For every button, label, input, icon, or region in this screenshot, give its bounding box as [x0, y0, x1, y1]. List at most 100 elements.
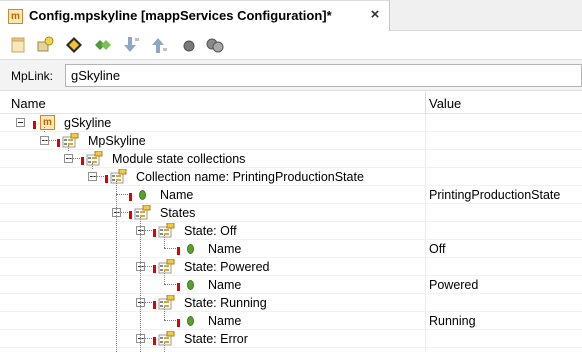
error-marker-icon [153, 265, 156, 273]
mapp-config-icon: m [40, 115, 55, 130]
config-folder-icon [158, 331, 175, 346]
tree-connector [164, 271, 165, 284]
error-marker-icon [105, 175, 108, 183]
new-config-icon[interactable] [9, 36, 27, 54]
error-marker-icon [177, 283, 180, 291]
tree-connector [164, 320, 176, 321]
tree-row[interactable]: States [0, 204, 582, 222]
config-folder-icon [110, 169, 127, 184]
leaf-parameter-icon [187, 280, 194, 290]
tree-label: States [160, 206, 196, 220]
navigate-icon[interactable] [65, 36, 83, 54]
tree-label: State: Powered [184, 260, 270, 274]
tree-row[interactable]: State: Running [0, 294, 582, 312]
mapp-config-icon: m [8, 9, 23, 24]
tree-connector [164, 235, 165, 248]
tree-label: Name [208, 314, 242, 328]
tree-value[interactable]: Off [429, 242, 445, 256]
gears-icon[interactable] [206, 36, 224, 54]
tree-connector [116, 181, 117, 352]
tree-connector [164, 248, 176, 249]
tree-row[interactable]: State: Powered [0, 258, 582, 276]
config-folder-icon [134, 205, 151, 220]
tree-connector [140, 230, 152, 231]
tree-connector [116, 194, 128, 195]
mplink-input[interactable] [65, 64, 582, 87]
tree-value[interactable]: PrintingProductionState [429, 188, 560, 202]
tree-row[interactable]: Name Powered [0, 276, 582, 294]
tree-value[interactable]: Running [429, 314, 476, 328]
tree-row[interactable]: Collection name: PrintingProductionState [0, 168, 582, 186]
tree-connector [44, 140, 56, 141]
sort-descending-icon[interactable] [122, 36, 140, 54]
leaf-parameter-icon [187, 244, 194, 254]
error-marker-icon [57, 139, 60, 147]
config-folder-icon [158, 295, 175, 310]
config-tree-grid: Name Value m gSkyline MpSkyline Module s… [0, 92, 582, 352]
tree-connector [164, 284, 176, 285]
tree-label: Collection name: PrintingProductionState [136, 170, 364, 184]
error-marker-icon [177, 247, 180, 255]
tree-rows: m gSkyline MpSkyline Module state collec… [0, 114, 582, 352]
collapse-icon[interactable] [16, 118, 25, 127]
link-icon[interactable] [94, 36, 112, 54]
tree-connector [68, 145, 69, 151]
tree-label: Module state collections [112, 152, 246, 166]
mplink-bar: MpLink: [0, 59, 582, 91]
tree-row[interactable]: State: Off [0, 222, 582, 240]
tree-connector [140, 266, 152, 267]
close-icon[interactable]: × [367, 6, 383, 24]
config-folder-icon [62, 133, 79, 148]
tree-row[interactable]: Name Running [0, 312, 582, 330]
tree-label: Name [208, 278, 242, 292]
tree-connector [68, 158, 80, 159]
tree-label: State: Error [184, 332, 248, 346]
config-folder-icon [158, 259, 175, 274]
column-header-value[interactable]: Value [429, 96, 461, 111]
error-marker-icon [153, 337, 156, 345]
error-marker-icon [129, 193, 132, 201]
tree-value[interactable]: Powered [429, 278, 478, 292]
add-item-icon[interactable] [36, 36, 54, 54]
circle-icon[interactable] [180, 36, 198, 54]
tree-connector [44, 127, 45, 132]
error-marker-icon [153, 229, 156, 237]
grid-header: Name Value [0, 92, 582, 114]
tab-title: Config.mpskyline [mappServices Configura… [29, 8, 332, 23]
sort-ascending-icon[interactable] [150, 36, 168, 54]
tree-label: Name [160, 188, 194, 202]
tree-row[interactable]: Name Off [0, 240, 582, 258]
error-marker-icon [153, 301, 156, 309]
error-marker-icon [81, 157, 84, 165]
tree-row[interactable]: Name PrintingProductionState [0, 186, 582, 204]
tree-label: Name [208, 242, 242, 256]
config-folder-icon [86, 151, 103, 166]
tree-label: MpSkyline [88, 134, 146, 148]
tree-connector [92, 176, 104, 177]
tree-row[interactable]: m gSkyline [0, 114, 582, 132]
tree-row[interactable]: MpSkyline [0, 132, 582, 150]
toolbar [0, 31, 582, 59]
tree-connector [140, 217, 141, 352]
tree-label: gSkyline [64, 116, 112, 130]
leaf-parameter-icon [187, 316, 194, 326]
error-marker-icon [129, 211, 132, 219]
error-marker-icon [177, 319, 180, 327]
editor-tab[interactable]: m Config.mpskyline [mappServices Configu… [0, 0, 390, 31]
tree-row[interactable]: Module state collections [0, 150, 582, 168]
tree-connector [164, 343, 165, 352]
tree-label: State: Off [184, 224, 237, 238]
tree-row[interactable]: State: Error [0, 330, 582, 348]
mplink-label: MpLink: [11, 69, 54, 83]
leaf-parameter-icon [139, 190, 146, 200]
editor-tab-bar: m Config.mpskyline [mappServices Configu… [0, 0, 582, 31]
tree-label: State: Running [184, 296, 267, 310]
tree-connector [140, 338, 152, 339]
tree-connector [164, 307, 165, 320]
column-divider[interactable] [425, 92, 426, 114]
tree-connector [116, 212, 128, 213]
config-folder-icon [158, 223, 175, 238]
column-header-name[interactable]: Name [11, 96, 46, 111]
error-marker-icon [33, 121, 36, 129]
tree-connector [92, 163, 93, 169]
